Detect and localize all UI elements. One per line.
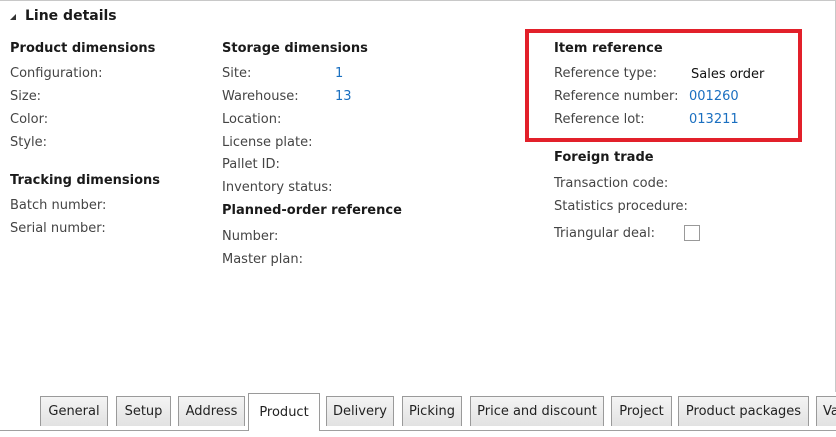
pallet-id-label: Pallet ID:	[222, 157, 280, 172]
tab-product[interactable]: Product	[248, 393, 320, 431]
tab-delivery[interactable]: Delivery	[326, 396, 394, 426]
site-label: Site:	[222, 66, 252, 81]
statistics-procedure-label: Statistics procedure:	[554, 199, 688, 214]
tab-address[interactable]: Address	[178, 396, 245, 426]
tab-price-and-discount[interactable]: Price and discount	[470, 396, 604, 426]
reference-lot-label: Reference lot:	[554, 112, 645, 127]
warehouse-label: Warehouse:	[222, 89, 299, 104]
triangular-deal-checkbox[interactable]	[684, 225, 700, 241]
warehouse-value[interactable]: 13	[335, 89, 352, 104]
tab-product-packages[interactable]: Product packages	[678, 396, 809, 426]
tracking-dimensions-title: Tracking dimensions	[10, 173, 161, 188]
reference-lot-link[interactable]: 013211	[689, 112, 739, 127]
serial-number-label: Serial number:	[10, 221, 106, 236]
line-details-header[interactable]: Line details	[10, 6, 117, 26]
batch-number-label: Batch number:	[10, 198, 107, 213]
location-label: Location:	[222, 112, 282, 127]
panel-top-border	[0, 0, 836, 1]
collapse-triangle-icon[interactable]	[10, 14, 16, 20]
transaction-code-label: Transaction code:	[554, 176, 669, 191]
tab-bar-baseline	[0, 430, 836, 431]
license-plate-label: License plate:	[222, 135, 313, 150]
configuration-label: Configuration:	[10, 66, 103, 81]
color-label: Color:	[10, 112, 49, 127]
foreign-trade-title: Foreign trade	[554, 150, 654, 165]
reference-type-label: Reference type:	[554, 66, 658, 81]
tab-project[interactable]: Project	[611, 396, 672, 426]
storage-dimensions-title: Storage dimensions	[222, 41, 368, 56]
reference-number-link[interactable]: 001260	[689, 89, 739, 104]
tab-setup[interactable]: Setup	[116, 396, 171, 426]
product-dimensions-title: Product dimensions	[10, 41, 156, 56]
reference-number-label: Reference number:	[554, 89, 679, 104]
tab-general[interactable]: General	[40, 396, 108, 426]
planned-order-reference-title: Planned-order reference	[222, 203, 402, 218]
master-plan-label: Master plan:	[222, 252, 303, 267]
tab-va-partial[interactable]: Va	[816, 396, 836, 426]
inventory-status-label: Inventory status:	[222, 180, 333, 195]
tab-picking[interactable]: Picking	[402, 396, 462, 426]
site-value[interactable]: 1	[335, 66, 343, 81]
item-reference-title: Item reference	[554, 41, 663, 56]
reference-type-value: Sales order	[691, 67, 765, 82]
style-label: Style:	[10, 135, 48, 150]
number-label: Number:	[222, 229, 279, 244]
size-label: Size:	[10, 89, 42, 104]
section-title: Line details	[25, 8, 117, 24]
triangular-deal-label: Triangular deal:	[554, 226, 655, 241]
